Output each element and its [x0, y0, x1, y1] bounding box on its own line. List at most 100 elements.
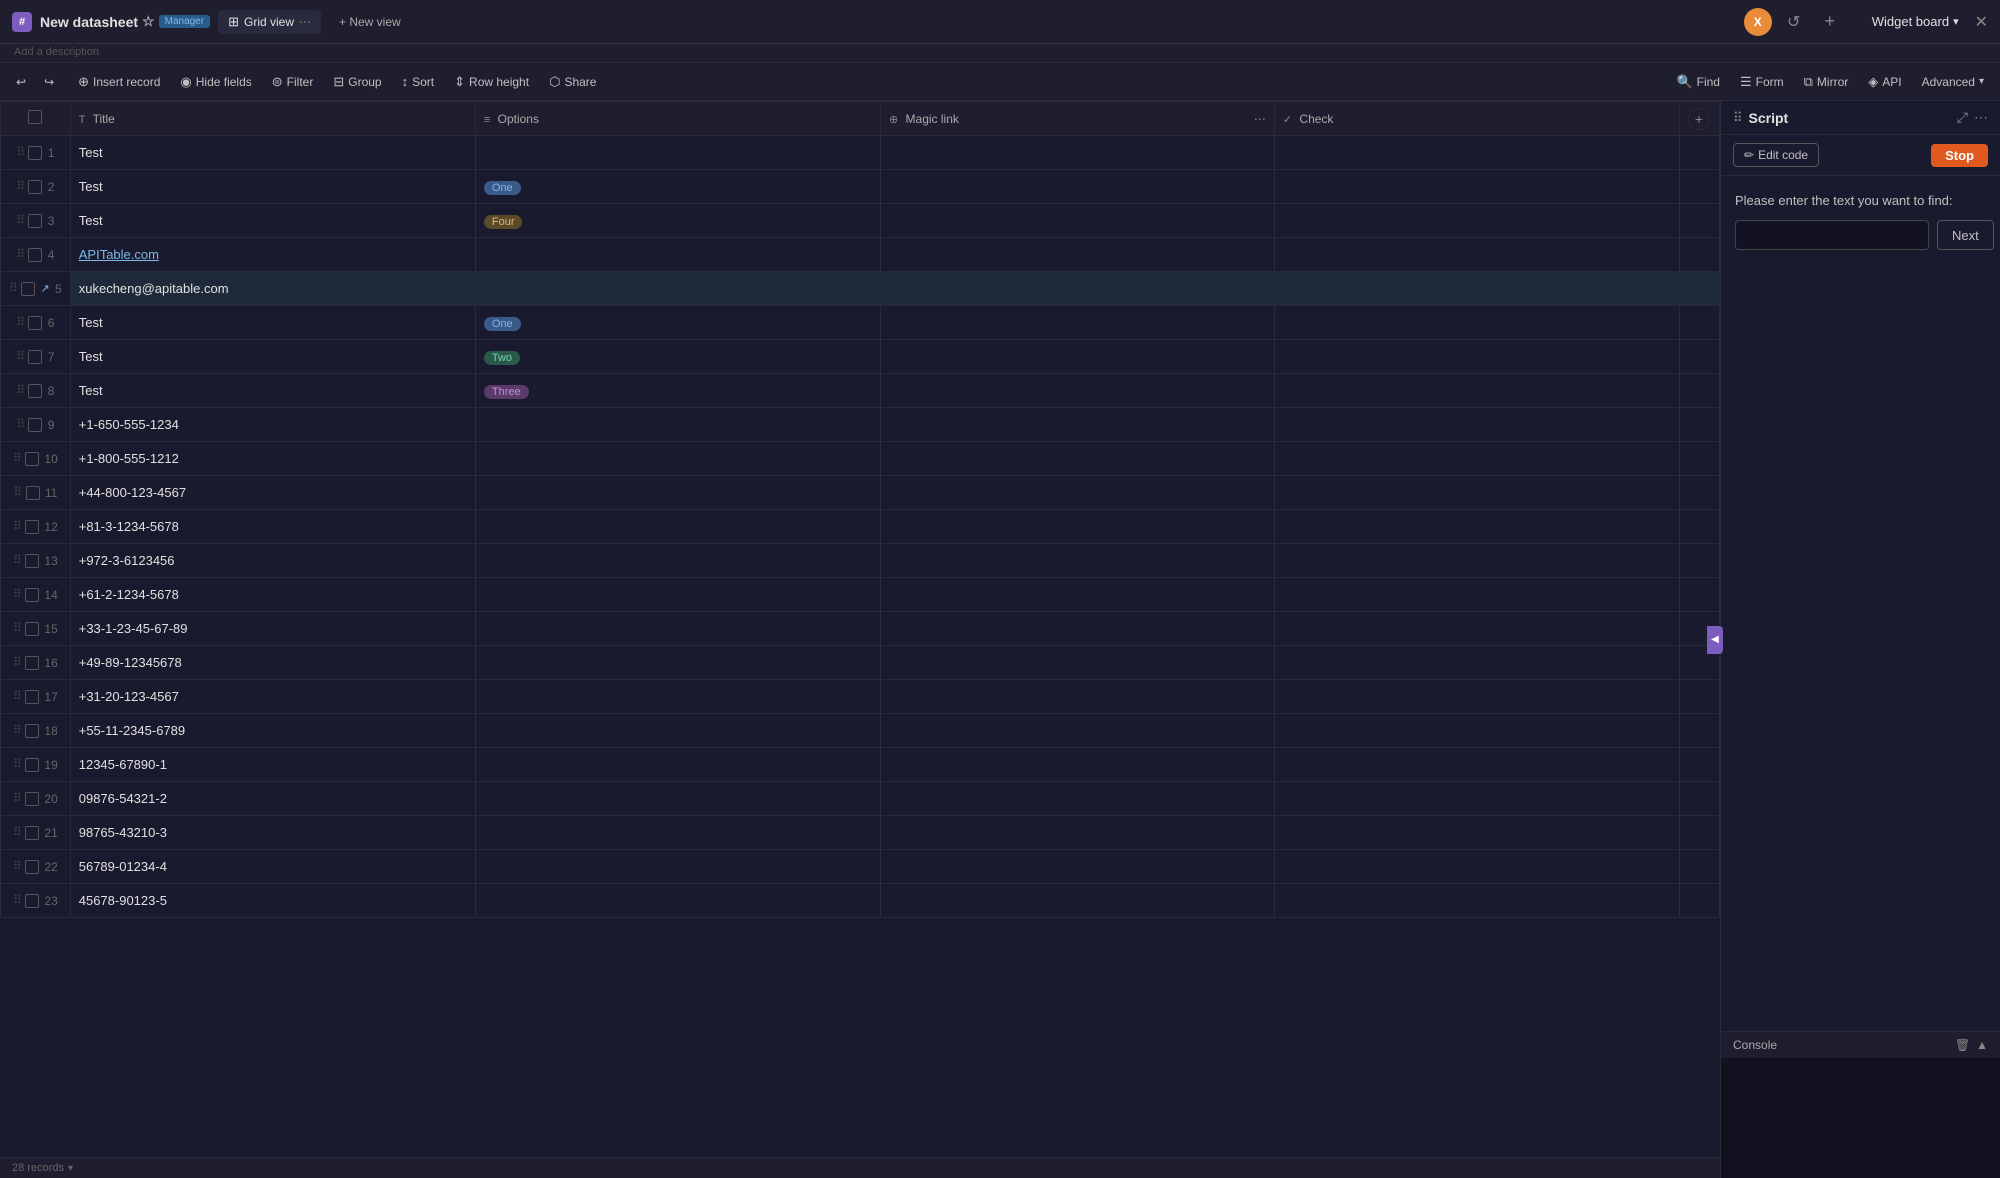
row-checkbox[interactable] — [25, 452, 39, 466]
row-checkbox[interactable] — [25, 860, 39, 874]
redo-button[interactable]: ↪ — [36, 71, 62, 93]
api-button[interactable]: ◈ API — [1860, 70, 1909, 94]
row-options-cell[interactable]: Four — [475, 204, 880, 238]
console-clear-icon[interactable]: 🗑 — [1955, 1038, 1970, 1052]
close-button[interactable]: ✕ — [1975, 12, 1988, 32]
refresh-button[interactable]: ↺ — [1780, 8, 1808, 36]
row-title-cell[interactable]: Test — [70, 170, 475, 204]
row-drag-handle[interactable]: ⠿ — [13, 723, 22, 737]
find-button[interactable]: 🔍 Find — [1668, 70, 1728, 94]
row-checkbox[interactable] — [25, 758, 39, 772]
insert-record-button[interactable]: ⊕ Insert record — [70, 70, 168, 94]
row-title-cell[interactable]: +55-11-2345-6789 — [70, 714, 475, 748]
row-options-cell[interactable] — [475, 442, 880, 476]
row-title-cell[interactable]: xukecheng@apitable.com — [70, 272, 475, 306]
row-magic-cell[interactable] — [880, 714, 1274, 748]
row-title-cell[interactable]: +33-1-23-45-67-89 — [70, 612, 475, 646]
row-drag-handle[interactable]: ⠿ — [9, 281, 18, 295]
row-magic-cell[interactable] — [880, 374, 1274, 408]
row-magic-cell[interactable] — [880, 238, 1274, 272]
row-title-cell[interactable]: +81-3-1234-5678 — [70, 510, 475, 544]
row-magic-cell[interactable] — [880, 884, 1274, 918]
row-check-cell[interactable] — [1274, 816, 1679, 850]
row-magic-cell[interactable] — [880, 612, 1274, 646]
row-magic-cell[interactable] — [880, 748, 1274, 782]
row-drag-handle[interactable]: ⠿ — [13, 689, 22, 703]
row-checkbox[interactable] — [28, 350, 42, 364]
row-check-cell[interactable] — [1274, 374, 1679, 408]
row-options-cell[interactable] — [475, 544, 880, 578]
row-magic-cell[interactable] — [880, 680, 1274, 714]
star-icon[interactable]: ☆ — [142, 13, 155, 30]
row-drag-handle[interactable]: ⠿ — [16, 179, 25, 193]
row-checkbox[interactable] — [28, 214, 42, 228]
row-title-cell[interactable]: 09876-54321-2 — [70, 782, 475, 816]
row-check-cell[interactable] — [1274, 136, 1679, 170]
new-view-button[interactable]: + New view — [329, 11, 411, 33]
row-drag-handle[interactable]: ⠿ — [16, 145, 25, 159]
stop-button[interactable]: Stop — [1931, 144, 1988, 167]
row-checkbox[interactable] — [25, 792, 39, 806]
row-check-cell[interactable] — [1274, 578, 1679, 612]
row-checkbox[interactable] — [25, 554, 39, 568]
link-value[interactable]: APITable.com — [79, 247, 159, 262]
row-height-button[interactable]: ⇕ Row height — [446, 70, 537, 94]
script-expand-icon[interactable]: ⤢ — [1957, 109, 1968, 126]
row-checkbox[interactable] — [25, 690, 39, 704]
edit-code-button[interactable]: ✏ Edit code — [1733, 143, 1819, 167]
row-checkbox[interactable] — [21, 282, 35, 296]
row-options-cell[interactable] — [475, 646, 880, 680]
row-title-cell[interactable]: +61-2-1234-5678 — [70, 578, 475, 612]
row-check-cell[interactable] — [1274, 646, 1679, 680]
row-title-cell[interactable]: +31-20-123-4567 — [70, 680, 475, 714]
row-options-cell[interactable] — [475, 884, 880, 918]
row-checkbox[interactable] — [28, 384, 42, 398]
row-magic-cell[interactable] — [880, 340, 1274, 374]
form-button[interactable]: ☰ Form — [1732, 70, 1792, 94]
row-title-cell[interactable]: +44-800-123-4567 — [70, 476, 475, 510]
row-title-cell[interactable]: Test — [70, 306, 475, 340]
row-title-cell[interactable]: APITable.com — [70, 238, 475, 272]
row-options-cell[interactable] — [475, 680, 880, 714]
row-checkbox[interactable] — [28, 248, 42, 262]
row-checkbox[interactable] — [25, 894, 39, 908]
row-drag-handle[interactable]: ⠿ — [13, 621, 22, 635]
row-options-cell[interactable] — [475, 510, 880, 544]
row-options-cell[interactable] — [475, 238, 880, 272]
plus-button[interactable]: + — [1816, 8, 1844, 36]
row-magic-cell[interactable] — [880, 510, 1274, 544]
row-options-cell[interactable] — [475, 612, 880, 646]
row-check-cell[interactable] — [1274, 170, 1679, 204]
console-collapse-icon[interactable]: ▲ — [1976, 1038, 1988, 1052]
row-drag-handle[interactable]: ⠿ — [13, 893, 22, 907]
row-drag-handle[interactable]: ⠿ — [13, 757, 22, 771]
row-checkbox[interactable] — [25, 622, 39, 636]
row-magic-cell[interactable] — [880, 272, 1274, 306]
share-button[interactable]: ⬡ Share — [541, 70, 604, 94]
row-magic-cell[interactable] — [880, 170, 1274, 204]
row-checkbox[interactable] — [26, 486, 40, 500]
sort-button[interactable]: ↕ Sort — [394, 70, 443, 93]
add-column-button[interactable]: + — [1688, 108, 1710, 130]
row-title-cell[interactable]: Test — [70, 374, 475, 408]
row-magic-cell[interactable] — [880, 204, 1274, 238]
row-checkbox[interactable] — [28, 146, 42, 160]
row-drag-handle[interactable]: ⠿ — [13, 519, 22, 533]
row-magic-cell[interactable] — [880, 306, 1274, 340]
row-check-cell[interactable] — [1274, 204, 1679, 238]
description-bar[interactable]: Add a description — [0, 44, 2000, 63]
mirror-button[interactable]: ⧉ Mirror — [1796, 70, 1857, 94]
row-options-cell[interactable]: One — [475, 170, 880, 204]
row-check-cell[interactable] — [1274, 748, 1679, 782]
row-drag-handle[interactable]: ⠿ — [13, 451, 22, 465]
row-check-cell[interactable] — [1274, 782, 1679, 816]
row-drag-handle[interactable]: ⠿ — [16, 349, 25, 363]
row-check-cell[interactable] — [1274, 272, 1679, 306]
row-drag-handle[interactable]: ⠿ — [13, 859, 22, 873]
row-checkbox[interactable] — [25, 588, 39, 602]
row-options-cell[interactable]: Three — [475, 374, 880, 408]
row-title-cell[interactable]: +49-89-12345678 — [70, 646, 475, 680]
row-title-cell[interactable]: +1-800-555-1212 — [70, 442, 475, 476]
row-checkbox[interactable] — [25, 724, 39, 738]
row-check-cell[interactable] — [1274, 408, 1679, 442]
